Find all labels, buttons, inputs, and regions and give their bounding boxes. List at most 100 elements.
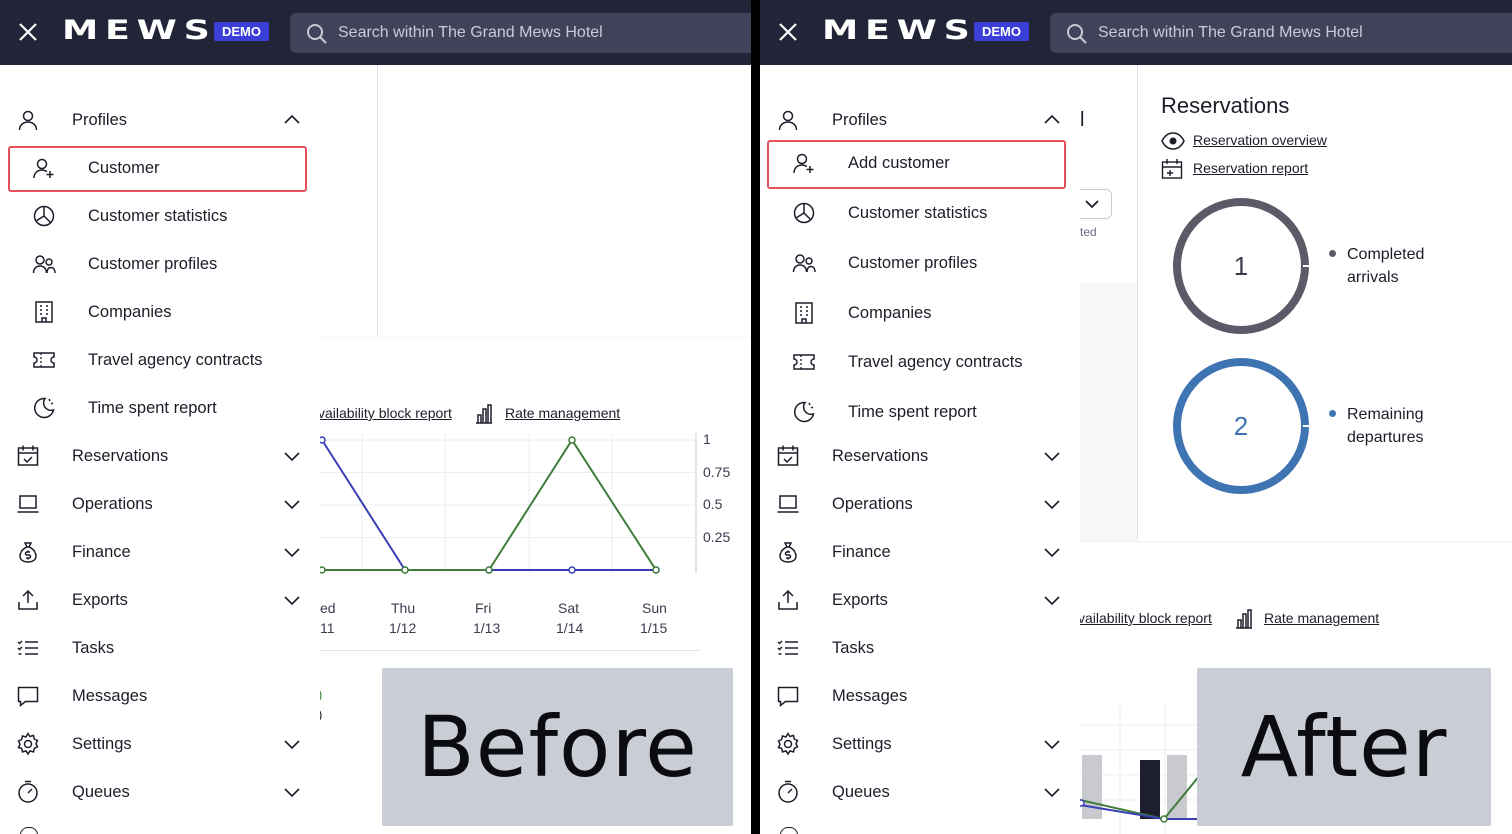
users-icon (792, 251, 816, 275)
calendar-plus-icon (1161, 158, 1183, 180)
x-tick-date: 1/12 (389, 620, 417, 636)
sidebar-item-label: Finance (72, 542, 131, 561)
search-box[interactable] (1050, 13, 1512, 53)
chevron-down-icon[interactable] (282, 734, 302, 754)
moon-clock-icon (32, 396, 56, 420)
sidebar-item-reservations[interactable]: Reservations (760, 433, 1080, 479)
sidebar-item-exports[interactable]: Exports (760, 577, 1080, 623)
chart-point (320, 566, 326, 574)
departures-label-line2: departures (1347, 429, 1424, 446)
arrivals-label-line1: Completed (1347, 246, 1425, 263)
demo-badge: DEMO (214, 22, 269, 41)
sidebar-item-queues[interactable]: Queues (760, 769, 1080, 815)
sidebar-item-tasks[interactable]: Tasks (760, 625, 1080, 671)
timer-icon (16, 780, 40, 804)
sidebar-item-travel-agency-contracts[interactable]: Travel agency contracts (760, 339, 1080, 385)
sidebar-item-messages[interactable]: Messages (760, 673, 1080, 719)
sidebar-item-label: Customer statistics (88, 206, 228, 225)
chevron-down-icon[interactable] (1042, 782, 1062, 802)
chevron-down-icon[interactable] (1042, 590, 1062, 610)
sidebar-item-settings[interactable]: Settings (760, 721, 1080, 767)
sidebar-item-customer-statistics[interactable]: Customer statistics (760, 190, 1080, 236)
sidebar-item-exports[interactable]: Exports (0, 577, 320, 623)
sidebar-item-profiles[interactable]: Profiles (760, 97, 1080, 143)
sidebar-item-companies[interactable]: Companies (0, 289, 320, 335)
sidebar-item-messages[interactable]: Messages (0, 673, 320, 719)
departures-label: Remaining departures (1347, 403, 1424, 449)
close-icon[interactable] (16, 20, 40, 44)
search-box[interactable] (290, 13, 751, 53)
departures-count: 2 (1233, 410, 1249, 441)
sidebar-item-label: Queues (72, 782, 130, 801)
sidebar-item-label: Travel agency contracts (848, 352, 1023, 371)
chevron-up-icon[interactable] (1042, 110, 1062, 130)
sidebar-item-label: Profiles (832, 110, 888, 129)
sidebar-item-settings[interactable]: Settings (0, 721, 320, 767)
sidebar-item-label: Settings (832, 734, 892, 753)
sidebar-item-label: Tasks (832, 638, 875, 657)
sidebar-item-customer-statistics[interactable]: Customer statistics (0, 193, 320, 239)
sidebar-item-customer-profiles[interactable]: Customer profiles (0, 241, 320, 287)
top-bar: MEWS DEMO (760, 0, 1512, 65)
sidebar-item-queues[interactable]: Queues (0, 769, 320, 815)
chevron-down-icon[interactable] (282, 446, 302, 466)
close-icon[interactable] (776, 20, 800, 44)
sidebar-item-travel-agency-contracts[interactable]: Travel agency contracts (0, 337, 320, 383)
sidebar-item-profiles[interactable]: Profiles (0, 97, 320, 143)
sidebar-item-label: Finance (832, 542, 891, 561)
checklist-icon (776, 636, 800, 660)
sidebar-item-label: Customer statistics (848, 203, 988, 222)
availability-block-report-link[interactable]: vailability block report (1078, 610, 1212, 626)
chevron-down-icon[interactable] (1042, 494, 1062, 514)
sidebar-item-finance[interactable]: Finance (760, 529, 1080, 575)
departures-label-line1: Remaining (1347, 406, 1424, 423)
arrivals-legend-dot (1329, 250, 1336, 257)
sidebar-item-reservations[interactable]: Reservations (0, 433, 320, 479)
x-tick-day: ed (320, 600, 336, 616)
money-bag-icon (16, 540, 40, 564)
users-icon (32, 252, 56, 276)
sidebar-item-label: Messages (832, 686, 908, 705)
rate-management-link[interactable]: Rate management (1264, 610, 1379, 626)
sidebar-item-time-spent-report[interactable]: Time spent report (0, 385, 320, 431)
chevron-down-icon[interactable] (282, 494, 302, 514)
left-partial-card: l ted (1070, 65, 1137, 283)
sidebar-item-label: Time spent report (88, 398, 217, 417)
y-tick-label: 1 (703, 431, 711, 447)
chevron-up-icon[interactable] (282, 110, 302, 130)
sidebar-item-customer-profiles[interactable]: Customer profiles (760, 240, 1080, 286)
before-panel: vailability block report Rate management… (0, 0, 751, 834)
sidebar-item-tasks[interactable]: Tasks (0, 625, 320, 671)
moon-clock-icon (792, 400, 816, 424)
chevron-down-icon[interactable] (1042, 446, 1062, 466)
chart-point (401, 566, 409, 574)
chevron-down-icon[interactable] (282, 542, 302, 562)
chevron-down-icon[interactable] (1042, 734, 1062, 754)
chevron-down-icon[interactable] (282, 782, 302, 802)
before-caption: Before (382, 668, 733, 826)
chevron-down-icon[interactable] (1042, 542, 1062, 562)
x-tick-date: 11 (320, 620, 335, 636)
timer-icon (776, 780, 800, 804)
sidebar-item-label: Reservations (832, 446, 929, 465)
after-panel: l ted Reservations Reservation overview … (760, 0, 1512, 834)
after-caption-text: After (1240, 698, 1448, 796)
search-input[interactable] (338, 13, 751, 53)
sidebar-item-finance[interactable]: Finance (0, 529, 320, 575)
sidebar-item-time-spent-report[interactable]: Time spent report (760, 389, 1080, 435)
x-tick-day: Sat (558, 600, 580, 616)
sidebar-item-label: Exports (72, 590, 128, 609)
x-tick-date: 1/14 (556, 620, 584, 636)
search-input[interactable] (1098, 13, 1512, 53)
sidebar-item-operations[interactable]: Operations (0, 481, 320, 527)
sidebar-item-label: Companies (848, 303, 932, 322)
sidebar-item-operations[interactable]: Operations (760, 481, 1080, 527)
reservation-report-link[interactable]: Reservation report (1193, 160, 1308, 176)
sidebar-item-companies[interactable]: Companies (760, 290, 1080, 336)
y-tick-label: 0.75 (703, 463, 731, 480)
chevron-down-icon[interactable] (282, 590, 302, 610)
upload-icon (776, 588, 800, 612)
user-icon (776, 108, 800, 132)
partial-chart (1080, 705, 1200, 834)
reservation-overview-link[interactable]: Reservation overview (1193, 132, 1327, 148)
